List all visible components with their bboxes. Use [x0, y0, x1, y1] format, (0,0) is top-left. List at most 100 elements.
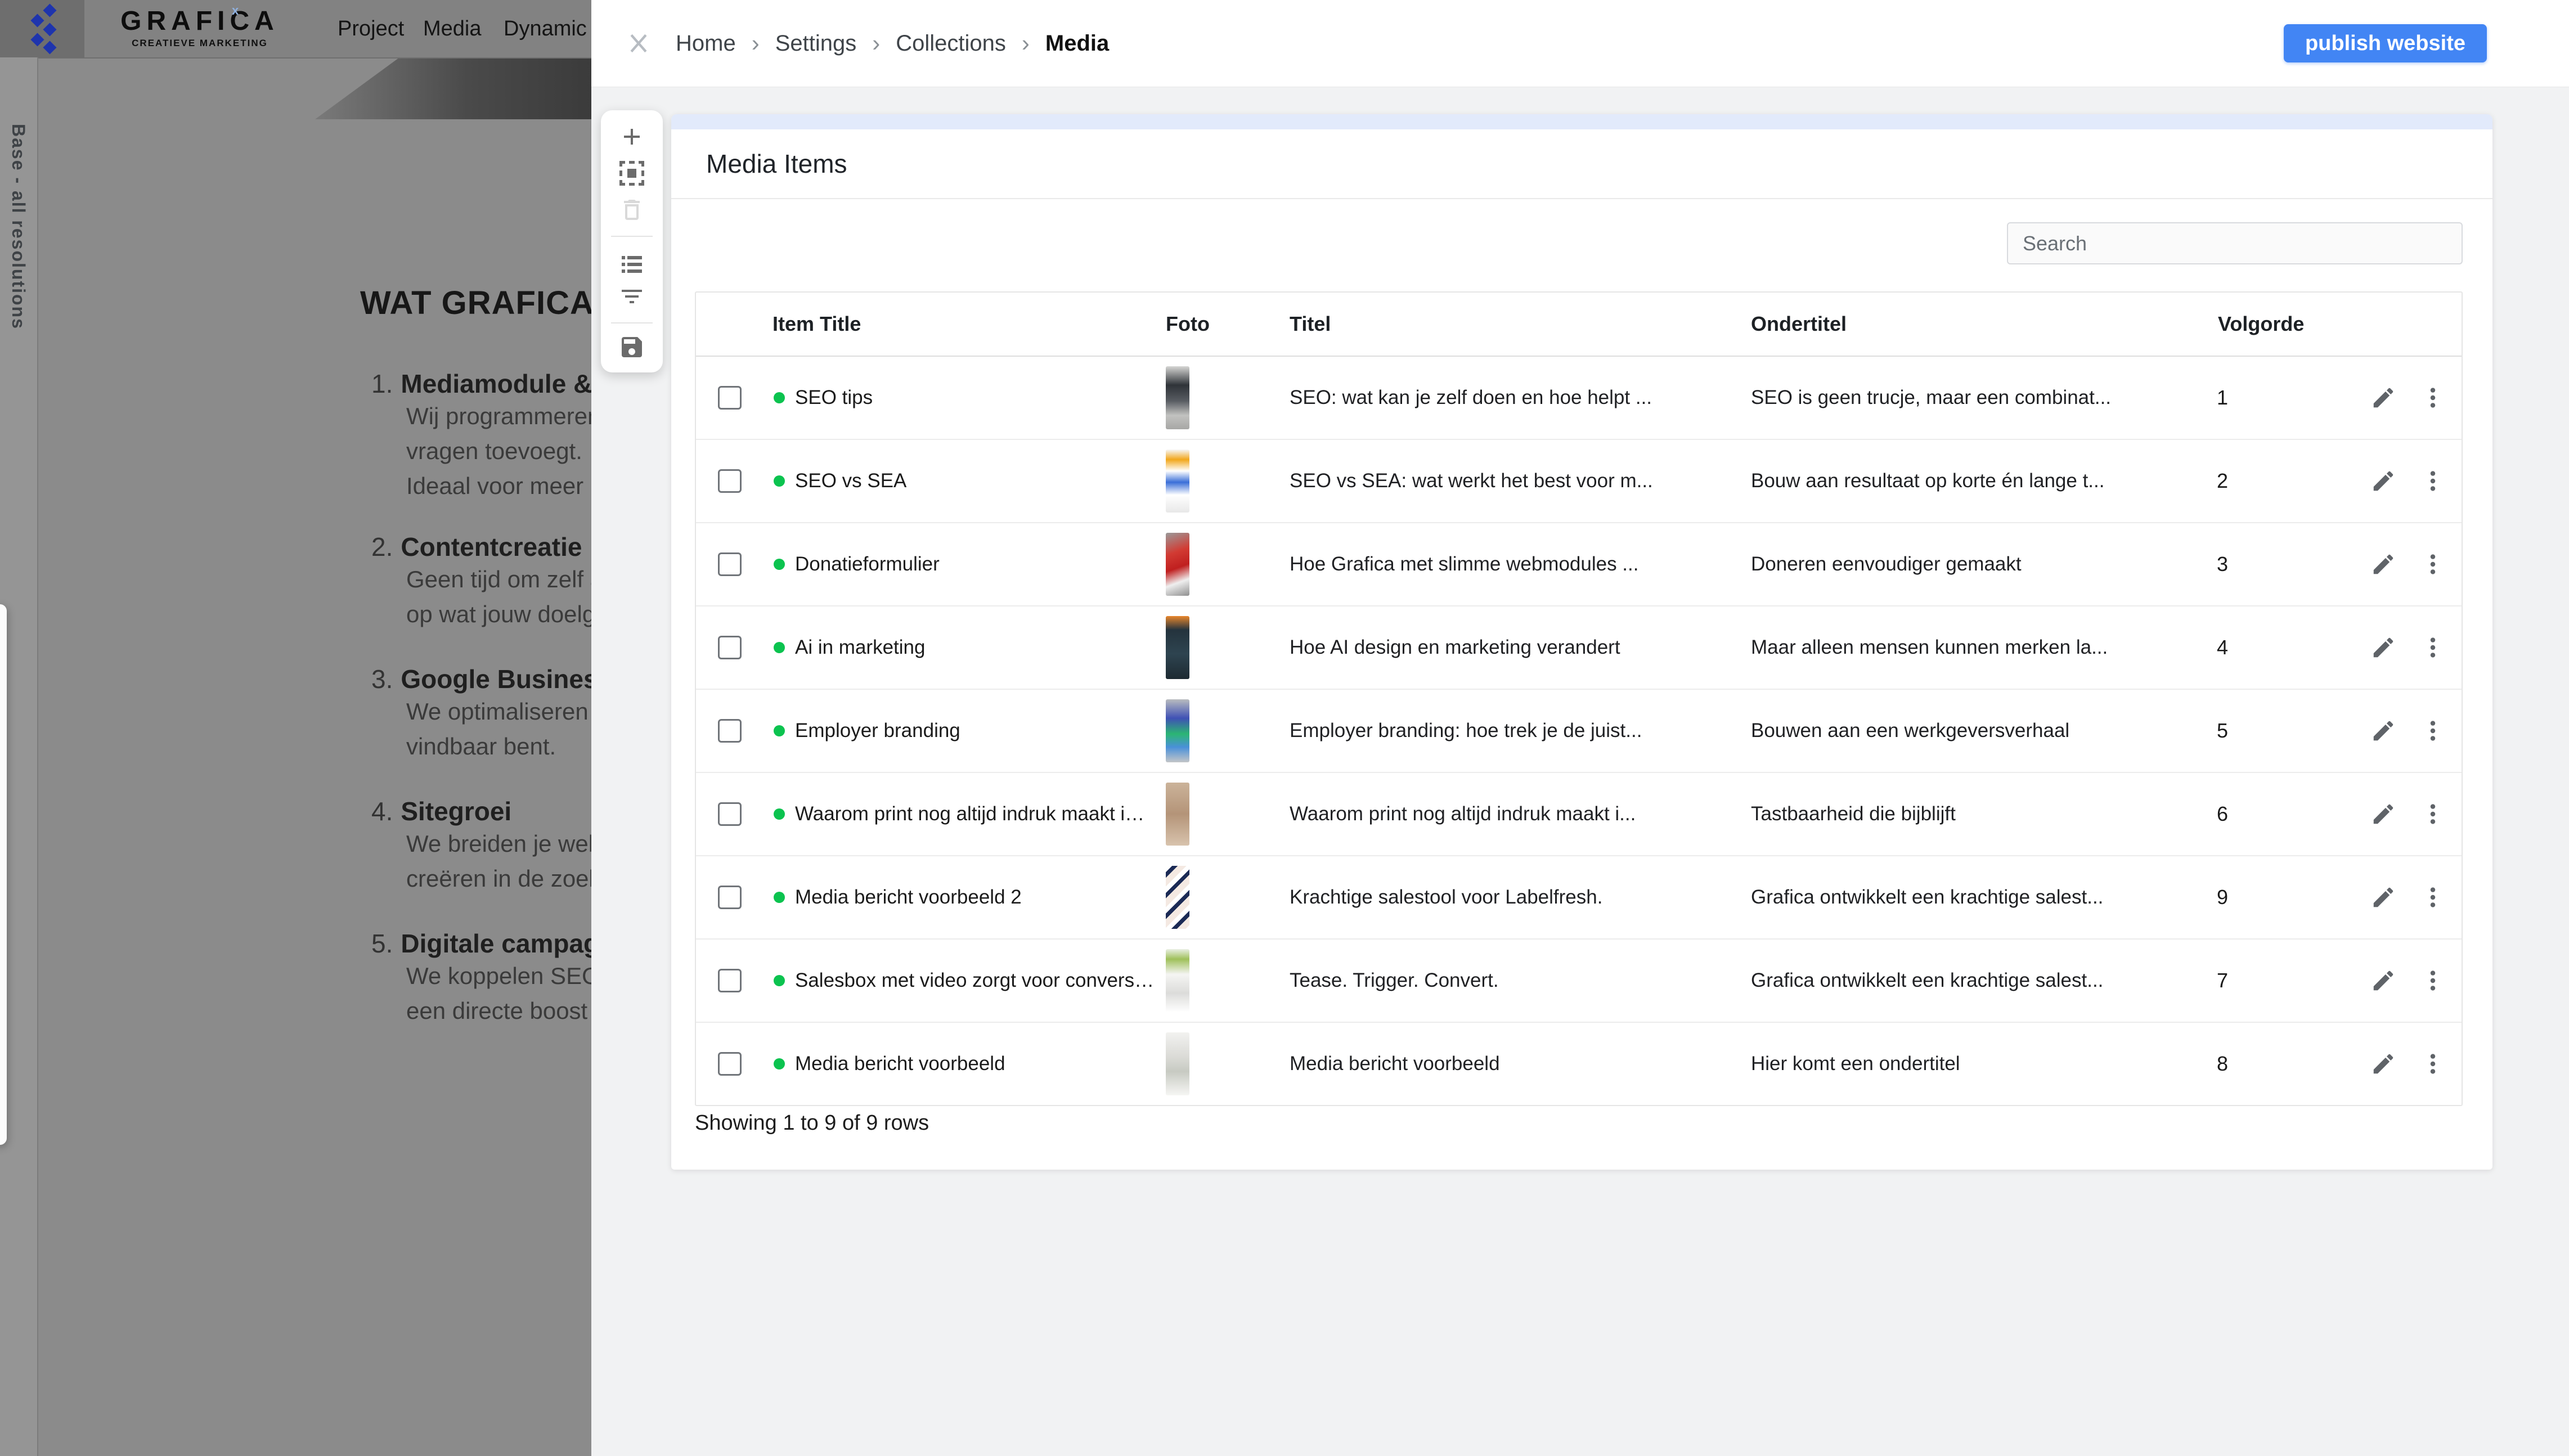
list-item-5: 5.Digitale campagne We koppelen SEO s ee… — [371, 928, 630, 1028]
cell-titel: Employer branding: hoe trek je de juist.… — [1278, 720, 1740, 742]
edit-icon[interactable] — [2370, 718, 2396, 744]
column-header-item-title: Item Title — [763, 312, 1155, 336]
list-number: 5. — [371, 929, 393, 958]
nav-item-media[interactable]: Media — [423, 0, 482, 57]
list-item-2: 2.Contentcreatie Geen tijd om zelf aa op… — [371, 532, 617, 632]
row-checkbox[interactable] — [718, 969, 742, 992]
item-title: Donatieformulier — [795, 553, 940, 576]
row-photo — [1166, 616, 1189, 679]
cell-volgorde: 9 — [2207, 886, 2357, 909]
column-header-titel: Titel — [1278, 312, 1740, 336]
more-vert-icon[interactable] — [2420, 551, 2446, 577]
row-checkbox[interactable] — [718, 636, 742, 659]
edit-icon[interactable] — [2370, 1051, 2396, 1077]
more-vert-icon[interactable] — [2420, 468, 2446, 494]
list-number: 1. — [371, 369, 393, 398]
cell-titel: Tease. Trigger. Convert. — [1278, 969, 1740, 992]
cell-titel: SEO: wat kan je zelf doen en hoe helpt .… — [1278, 387, 1740, 409]
item-title: Salesbox met video zorgt voor conversie … — [795, 969, 1155, 992]
row-photo — [1166, 783, 1189, 846]
list-item-4: 4. Sitegroei We breiden je webs creëren i… — [371, 796, 613, 896]
cell-volgorde: 8 — [2207, 1052, 2357, 1076]
row-checkbox[interactable] — [718, 386, 742, 410]
cell-ondertitel: Maar alleen mensen kunnen merken la... — [1740, 636, 2207, 659]
row-photo — [1166, 866, 1189, 929]
collection-toolbar — [601, 110, 663, 372]
edit-icon[interactable] — [2370, 385, 2396, 411]
save-icon[interactable] — [618, 334, 645, 361]
brand-tagline: CREATIEVE MARKETING — [115, 38, 284, 49]
cell-ondertitel: Grafica ontwikkelt een krachtige salest.… — [1740, 969, 2207, 992]
column-header-ondertitel: Ondertitel — [1740, 312, 2207, 336]
cell-volgorde: 6 — [2207, 802, 2357, 826]
table-row: Ai in marketing Hoe AI design en marketi… — [696, 606, 2462, 690]
add-icon[interactable] — [618, 123, 645, 150]
table-row: Media bericht voorbeeld Media bericht vo… — [696, 1023, 2462, 1105]
list-number: 4. — [371, 797, 393, 826]
cell-ondertitel: Bouw aan resultaat op korte én lange t..… — [1740, 470, 2207, 492]
edit-icon[interactable] — [2370, 884, 2396, 910]
cell-titel: SEO vs SEA: wat werkt het best voor m... — [1278, 470, 1740, 492]
media-items-table: Item Title Foto Titel Ondertitel Volgord… — [695, 291, 2463, 1106]
edit-icon[interactable] — [2370, 468, 2396, 494]
list-line: Geen tijd om zelf aa — [406, 562, 617, 597]
search-input[interactable] — [2007, 222, 2463, 264]
more-vert-icon[interactable] — [2420, 801, 2446, 827]
row-photo — [1166, 450, 1189, 513]
row-checkbox[interactable] — [718, 469, 742, 493]
nav-item-project[interactable]: Project — [338, 0, 404, 57]
breadcrumb-home[interactable]: Home — [676, 31, 736, 56]
row-checkbox[interactable] — [718, 886, 742, 909]
list-line: We breiden je webs — [406, 826, 613, 861]
list-icon[interactable] — [618, 251, 645, 278]
edit-icon[interactable] — [2370, 968, 2396, 994]
cell-ondertitel: Bouwen aan een werkgeversverhaal — [1740, 720, 2207, 742]
more-vert-icon[interactable] — [2420, 968, 2446, 994]
toolbar-divider — [611, 322, 653, 323]
row-checkbox[interactable] — [718, 802, 742, 826]
table-row: Employer branding Employer branding: hoe… — [696, 690, 2462, 773]
table-row: SEO tips SEO: wat kan je zelf doen en ho… — [696, 357, 2462, 440]
select-all-icon[interactable] — [618, 160, 645, 187]
edit-icon[interactable] — [2370, 551, 2396, 577]
cell-volgorde: 4 — [2207, 636, 2357, 659]
more-vert-icon[interactable] — [2420, 385, 2446, 411]
cell-volgorde: 3 — [2207, 552, 2357, 576]
edit-icon[interactable] — [2370, 801, 2396, 827]
breadcrumb-collections[interactable]: Collections — [896, 31, 1006, 56]
list-title: Sitegroei — [401, 797, 511, 826]
status-dot-icon — [774, 808, 785, 820]
more-vert-icon[interactable] — [2420, 1051, 2446, 1077]
status-dot-icon — [774, 1058, 785, 1069]
status-dot-icon — [774, 559, 785, 570]
editor-logo-square — [0, 0, 84, 57]
close-icon[interactable] — [626, 31, 651, 56]
breadcrumb-settings[interactable]: Settings — [775, 31, 857, 56]
cms-overlay: Home › Settings › Collections › Media pu… — [591, 0, 2569, 1456]
cell-volgorde: 5 — [2207, 719, 2357, 743]
cell-titel: Hoe AI design en marketing verandert — [1278, 636, 1740, 659]
row-checkbox[interactable] — [718, 552, 742, 576]
item-title: Media bericht voorbeeld — [795, 1053, 1005, 1075]
screen: GRAFICA x CREATIEVE MARKETING Project Me… — [0, 0, 2569, 1456]
cell-ondertitel: Hier komt een ondertitel — [1740, 1053, 2207, 1075]
row-checkbox[interactable] — [718, 1052, 742, 1076]
list-number: 3. — [371, 664, 393, 694]
more-vert-icon[interactable] — [2420, 635, 2446, 660]
column-header-foto: Foto — [1155, 312, 1278, 336]
publish-website-button[interactable]: publish website — [2284, 24, 2487, 62]
brand-logo: GRAFICA x CREATIEVE MARKETING — [115, 6, 284, 49]
row-checkbox[interactable] — [718, 719, 742, 743]
filter-icon[interactable] — [618, 283, 645, 310]
edit-icon[interactable] — [2370, 635, 2396, 660]
more-vert-icon[interactable] — [2420, 718, 2446, 744]
cell-titel: Waarom print nog altijd indruk maakt i..… — [1278, 803, 1740, 825]
background-hero-image — [315, 59, 591, 119]
status-dot-icon — [774, 975, 785, 986]
more-vert-icon[interactable] — [2420, 884, 2446, 910]
toolbar-divider — [611, 236, 653, 237]
list-number: 2. — [371, 532, 393, 561]
status-dot-icon — [774, 392, 785, 403]
cell-volgorde: 7 — [2207, 969, 2357, 992]
list-line: creëren in de zoekr — [406, 861, 613, 896]
